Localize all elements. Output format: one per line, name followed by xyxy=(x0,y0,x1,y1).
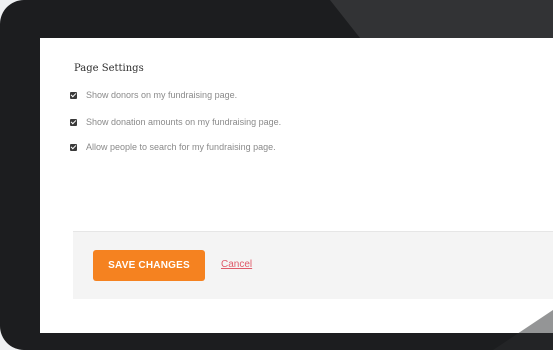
show-donation-amounts-checkbox[interactable] xyxy=(70,118,77,126)
option-show-donation-amounts[interactable]: Show donation amounts on my fundraising … xyxy=(70,117,281,127)
show-donation-amounts-label: Show donation amounts on my fundraising … xyxy=(86,117,282,127)
option-allow-search[interactable]: Allow people to search for my fundraisin… xyxy=(70,142,276,152)
settings-screen: Page Settings Show donors on my fundrais… xyxy=(40,38,553,333)
device-frame: Page Settings Show donors on my fundrais… xyxy=(0,0,553,350)
allow-search-label: Allow people to search for my fundraisin… xyxy=(86,142,276,152)
cancel-link[interactable]: Cancel xyxy=(221,259,252,270)
save-changes-button[interactable]: SAVE CHANGES xyxy=(93,250,205,281)
show-donors-checkbox[interactable] xyxy=(70,91,77,99)
form-actions-bar: SAVE CHANGES Cancel xyxy=(73,231,553,299)
allow-search-checkbox[interactable] xyxy=(70,143,77,151)
show-donors-label: Show donors on my fundraising page. xyxy=(86,90,238,100)
page-settings-heading: Page Settings xyxy=(74,63,144,74)
option-show-donors[interactable]: Show donors on my fundraising page. xyxy=(70,90,237,100)
